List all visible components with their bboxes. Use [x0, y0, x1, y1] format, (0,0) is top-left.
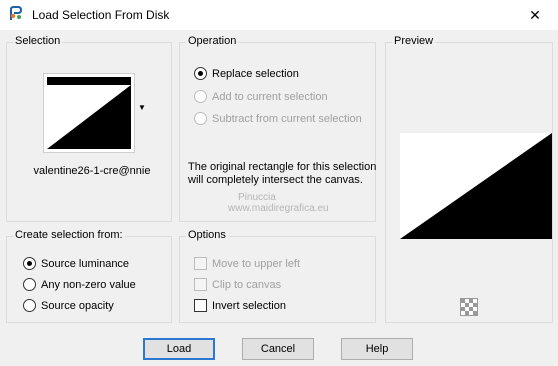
load-button[interactable]: Load	[143, 338, 215, 360]
window-title: Load Selection From Disk	[32, 8, 170, 22]
checkbox-label: Invert selection	[212, 299, 286, 312]
radio-label: Source luminance	[41, 257, 130, 270]
radio-indicator	[194, 67, 207, 80]
close-button[interactable]: ✕	[512, 0, 558, 30]
radio-indicator	[23, 278, 36, 291]
checkbox-move-to-upper-left: Move to upper left	[194, 257, 300, 270]
radio-indicator	[194, 90, 207, 103]
checkbox-indicator	[194, 299, 207, 312]
selection-thumbnail[interactable]	[43, 73, 135, 153]
checkbox-label: Move to upper left	[212, 257, 301, 270]
preview-group: Preview	[385, 35, 553, 323]
checkbox-invert-selection[interactable]: Invert selection	[194, 299, 286, 312]
create-from-group-label: Create selection from:	[13, 229, 125, 241]
radio-source-opacity[interactable]: Source opacity	[23, 299, 114, 312]
selection-group: Selection ▼ valentine26-1-cre@nnie	[6, 35, 172, 222]
radio-indicator	[23, 257, 36, 270]
selection-group-label: Selection	[13, 35, 63, 47]
preview-image	[400, 133, 552, 239]
create-from-group: Create selection from: Source luminance …	[6, 229, 172, 323]
radio-label: Subtract from current selection	[212, 112, 362, 125]
selection-thumbnail-image	[47, 77, 131, 149]
preview-group-label: Preview	[392, 35, 436, 47]
radio-label: Source opacity	[41, 299, 114, 312]
cancel-button[interactable]: Cancel	[242, 338, 314, 360]
app-icon	[10, 6, 23, 20]
options-group: Options Move to upper left Clip to canva…	[179, 229, 376, 323]
checkbox-label: Clip to canvas	[212, 278, 282, 291]
help-button[interactable]: Help	[341, 338, 413, 360]
radio-indicator	[23, 299, 36, 312]
radio-add-to-current: Add to current selection	[194, 90, 328, 103]
checkerboard-icon[interactable]	[460, 298, 478, 316]
chevron-down-icon[interactable]: ▼	[138, 103, 146, 112]
close-icon: ✕	[529, 6, 541, 23]
radio-label: Add to current selection	[212, 90, 328, 103]
radio-replace-selection[interactable]: Replace selection	[194, 67, 299, 80]
operation-info-text: The original rectangle for this selectio…	[188, 161, 377, 186]
checkbox-indicator	[194, 278, 207, 291]
radio-indicator	[194, 112, 207, 125]
radio-any-non-zero[interactable]: Any non-zero value	[23, 278, 136, 291]
radio-label: Replace selection	[212, 67, 299, 80]
operation-group: Operation Replace selection Add to curre…	[179, 35, 377, 222]
options-group-label: Options	[186, 229, 228, 241]
operation-group-label: Operation	[186, 35, 239, 47]
radio-label: Any non-zero value	[41, 278, 136, 291]
radio-subtract-from-current: Subtract from current selection	[194, 112, 362, 125]
checkbox-clip-to-canvas: Clip to canvas	[194, 278, 281, 291]
title-bar: Load Selection From Disk ✕	[0, 0, 558, 30]
selection-name: valentine26-1-cre@nnie	[33, 165, 151, 177]
checkbox-indicator	[194, 257, 207, 270]
radio-source-luminance[interactable]: Source luminance	[23, 257, 129, 270]
